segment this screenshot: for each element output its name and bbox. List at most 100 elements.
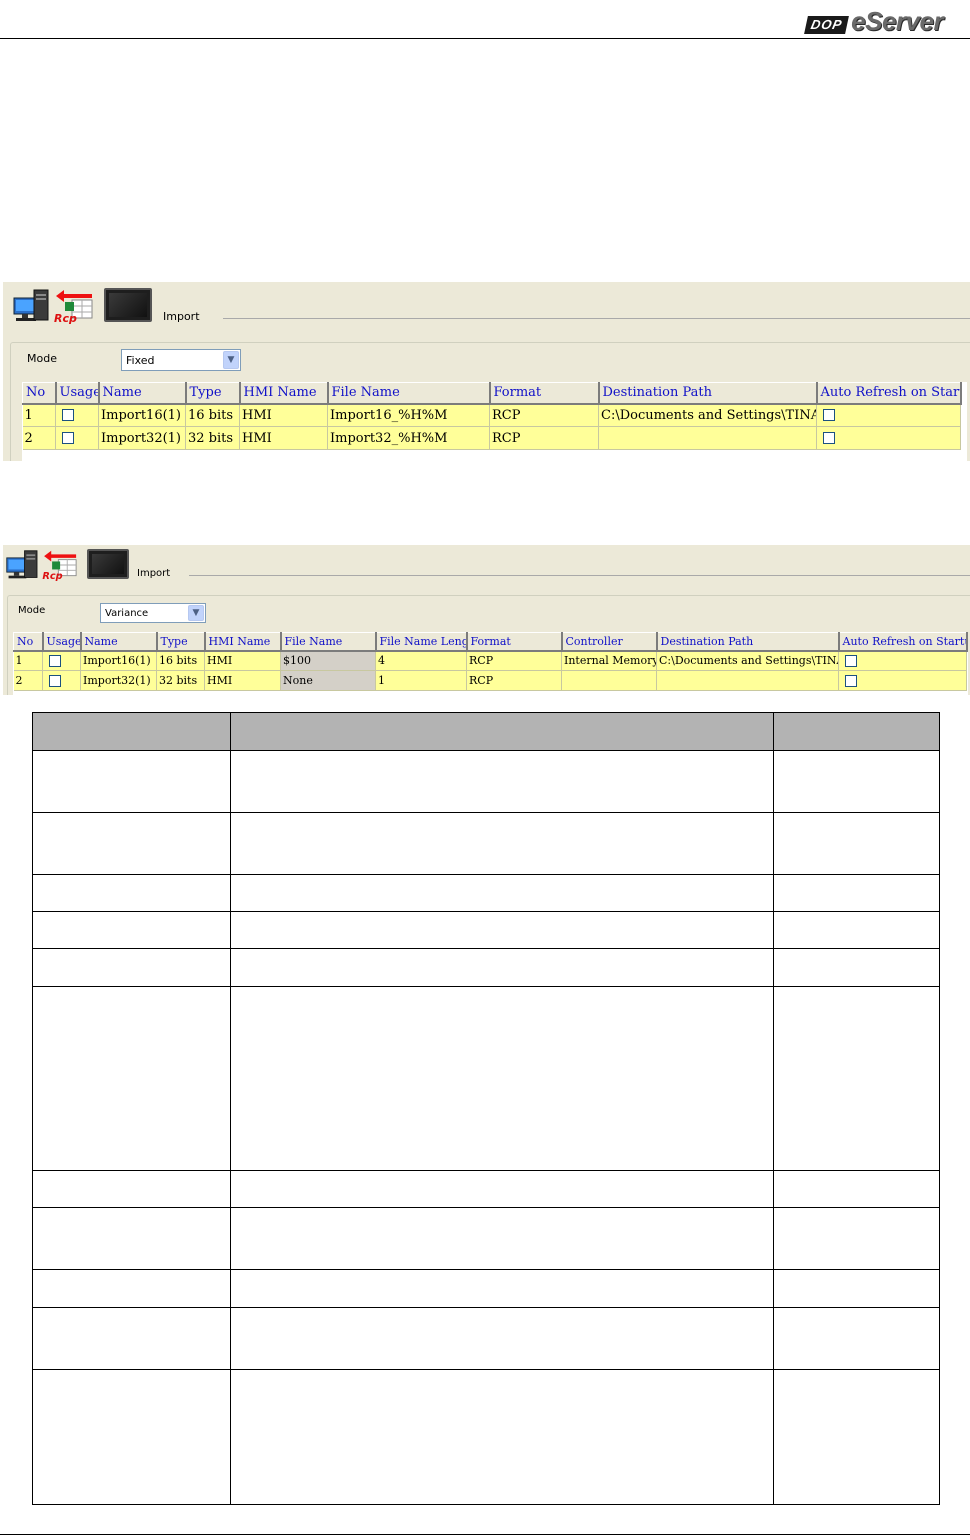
column-header[interactable]: Auto Refresh on Startup bbox=[838, 632, 968, 652]
hmi-screen-icon bbox=[87, 549, 129, 579]
cell-destination-path[interactable] bbox=[656, 670, 839, 691]
spec-row bbox=[32, 948, 940, 987]
import-table-fixed: No Usage Name Type HMI Name File Name Fo… bbox=[22, 382, 962, 450]
cell-no: 2 bbox=[13, 670, 43, 691]
cell-format[interactable]: RCP bbox=[466, 650, 562, 671]
spec-row bbox=[32, 750, 940, 813]
usage-cell bbox=[42, 670, 81, 691]
table-header-row: No Usage Name Type HMI Name File Name Fo… bbox=[22, 382, 962, 405]
cell-file-name-length[interactable]: 4 bbox=[375, 650, 467, 671]
usage-checkbox[interactable] bbox=[49, 655, 61, 668]
column-header[interactable]: No bbox=[13, 632, 44, 652]
hmi-screen-icon bbox=[104, 288, 152, 322]
table-row[interactable]: 2 Import32(1) 32 bits HMI Import32_%H%M … bbox=[22, 426, 961, 450]
column-header[interactable]: File Name bbox=[327, 382, 491, 405]
column-header[interactable]: Name bbox=[98, 382, 187, 405]
cell-format[interactable]: RCP bbox=[466, 670, 562, 691]
column-header[interactable]: Type bbox=[156, 632, 206, 652]
column-header[interactable]: Name bbox=[80, 632, 158, 652]
column-header[interactable]: File Name bbox=[280, 632, 377, 652]
cell-hmi-name[interactable]: HMI bbox=[204, 650, 281, 671]
import-panel-variance: Rcp Import Mode Variance ▼ No Usage Name… bbox=[3, 545, 970, 695]
table-row[interactable]: 1 Import16(1) 16 bits HMI Import16_%H%M … bbox=[22, 403, 961, 427]
import-panel-fixed: Rcp Import Mode Fixed ▼ No Usage Name Ty… bbox=[3, 282, 970, 461]
column-header[interactable]: Auto Refresh on Startup bbox=[816, 382, 962, 405]
cell-name[interactable]: Import32(1) bbox=[98, 426, 186, 450]
svg-text:Rcp: Rcp bbox=[42, 571, 62, 582]
cell-format[interactable]: RCP bbox=[489, 426, 599, 450]
cell-name[interactable]: Import16(1) bbox=[80, 650, 157, 671]
auto-refresh-checkbox[interactable] bbox=[823, 432, 835, 444]
column-header[interactable]: HMI Name bbox=[204, 632, 282, 652]
table-row[interactable]: 1 Import16(1) 16 bits HMI $100 4 RCP Int… bbox=[13, 650, 967, 671]
spec-row bbox=[32, 986, 940, 1171]
cell-destination-path[interactable]: C:\Documents and Settings\TINA.Q.LEE bbox=[598, 403, 817, 427]
svg-text:Rcp: Rcp bbox=[54, 312, 77, 325]
spec-row bbox=[32, 1207, 940, 1270]
chevron-down-icon[interactable]: ▼ bbox=[188, 605, 204, 621]
auto-refresh-cell bbox=[838, 650, 967, 671]
cell-type[interactable]: 16 bits bbox=[156, 650, 205, 671]
logo-text: eServer bbox=[851, 6, 944, 36]
mode-label: Mode bbox=[18, 605, 46, 616]
cell-type[interactable]: 32 bits bbox=[156, 670, 205, 691]
cell-name[interactable]: Import16(1) bbox=[98, 403, 186, 427]
cell-no: 1 bbox=[22, 403, 56, 427]
cell-no: 1 bbox=[13, 650, 43, 671]
auto-refresh-checkbox[interactable] bbox=[823, 409, 835, 422]
cell-controller[interactable]: Internal Memory bbox=[561, 650, 657, 671]
cell-no: 2 bbox=[22, 426, 56, 450]
column-header[interactable]: Destination Path bbox=[598, 382, 818, 405]
usage-checkbox[interactable] bbox=[49, 675, 61, 687]
cell-file-name[interactable]: $100 bbox=[280, 650, 376, 671]
chevron-down-icon[interactable]: ▼ bbox=[223, 351, 239, 369]
mode-select[interactable]: Fixed ▼ bbox=[121, 349, 241, 371]
column-header[interactable]: Usage bbox=[55, 382, 100, 405]
cell-file-name[interactable]: Import32_%H%M bbox=[327, 426, 490, 450]
cell-destination-path[interactable]: C:\Documents and Settings\TINA.Q.L bbox=[656, 650, 839, 671]
column-header[interactable]: Format bbox=[466, 632, 563, 652]
import-grid: No Usage Name Type HMI Name File Name Fo… bbox=[22, 382, 967, 461]
cell-hmi-name[interactable]: HMI bbox=[239, 426, 328, 450]
usage-checkbox[interactable] bbox=[62, 432, 74, 444]
column-header[interactable]: Controller bbox=[561, 632, 658, 652]
cell-name[interactable]: Import32(1) bbox=[80, 670, 157, 691]
column-header[interactable]: File Name Length bbox=[375, 632, 468, 652]
mode-select-value: Variance bbox=[105, 607, 149, 619]
spec-row bbox=[32, 911, 940, 949]
column-header[interactable]: HMI Name bbox=[239, 382, 329, 405]
mode-select-value: Fixed bbox=[126, 353, 155, 367]
spec-header-cell bbox=[230, 712, 774, 751]
cell-format[interactable]: RCP bbox=[489, 403, 599, 427]
auto-refresh-checkbox[interactable] bbox=[845, 675, 857, 687]
mode-select[interactable]: Variance ▼ bbox=[100, 603, 206, 623]
cell-hmi-name[interactable]: HMI bbox=[204, 670, 281, 691]
spec-table bbox=[32, 712, 940, 1505]
mode-label: Mode bbox=[27, 352, 57, 365]
column-header[interactable]: Type bbox=[185, 382, 241, 405]
auto-refresh-cell bbox=[816, 403, 961, 427]
cell-file-name-length[interactable]: 1 bbox=[375, 670, 467, 691]
cell-type[interactable]: 16 bits bbox=[185, 403, 240, 427]
spec-header-row bbox=[32, 712, 940, 751]
cell-hmi-name[interactable]: HMI bbox=[239, 403, 328, 427]
column-header[interactable]: No bbox=[22, 382, 57, 405]
cell-type[interactable]: 32 bits bbox=[185, 426, 240, 450]
page-header: DOP eServer bbox=[0, 0, 970, 40]
column-header[interactable]: Format bbox=[489, 382, 600, 405]
spec-row bbox=[32, 874, 940, 912]
spec-row bbox=[32, 1170, 940, 1208]
table-row[interactable]: 2 Import32(1) 32 bits HMI None 1 RCP bbox=[13, 670, 967, 691]
cell-file-name[interactable]: Import16_%H%M bbox=[327, 403, 490, 427]
cell-destination-path[interactable] bbox=[598, 426, 817, 450]
import-grid: No Usage Name Type HMI Name File Name Fi… bbox=[13, 632, 968, 695]
usage-checkbox[interactable] bbox=[62, 409, 74, 422]
column-header[interactable]: Destination Path bbox=[656, 632, 840, 652]
spec-row bbox=[32, 812, 940, 875]
cell-controller[interactable] bbox=[561, 670, 657, 691]
cell-file-name[interactable]: None bbox=[280, 670, 376, 691]
column-header[interactable]: Usage bbox=[42, 632, 82, 652]
spec-row bbox=[32, 1307, 940, 1370]
auto-refresh-checkbox[interactable] bbox=[845, 655, 857, 668]
spec-header-cell bbox=[773, 712, 940, 751]
